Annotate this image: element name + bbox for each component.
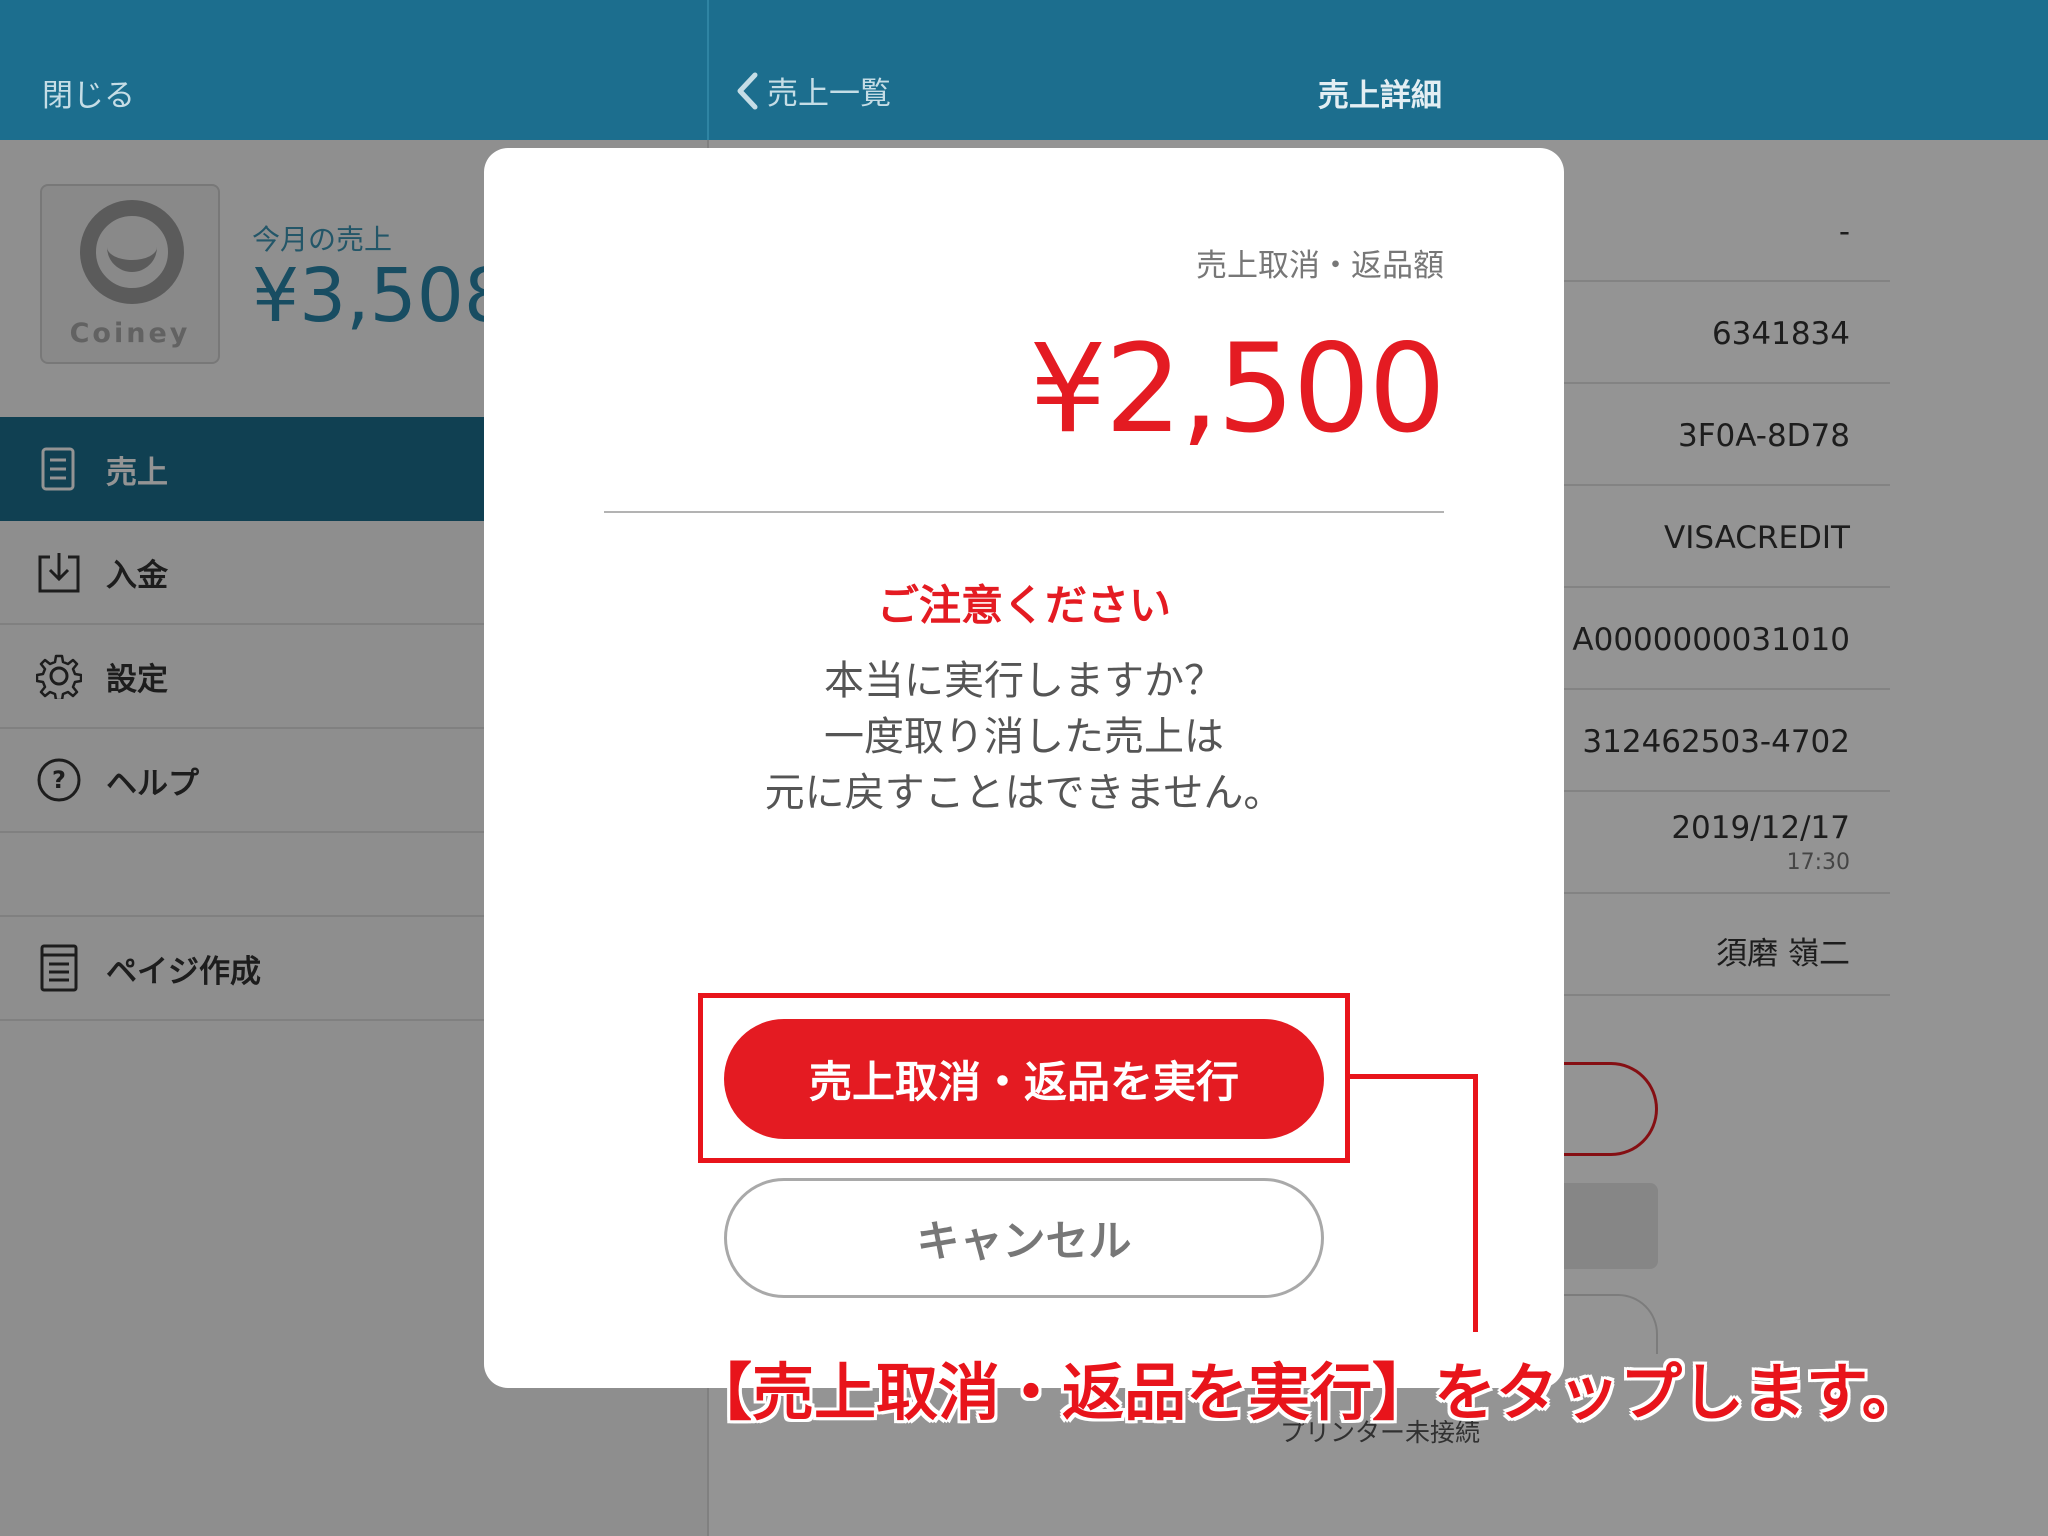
cancel-button[interactable]: キャンセル (724, 1178, 1324, 1298)
warning-line: 本当に実行しますか？ (824, 658, 1224, 704)
warning-title: ご注意ください (876, 581, 1171, 630)
callout-line (1473, 1074, 1478, 1332)
top-bar: 閉じる 売上一覧 売上詳細 (0, 0, 2048, 140)
back-button-label: 売上一覧 (767, 76, 891, 112)
warning-line: 元に戻すことはできません。 (764, 770, 1284, 816)
chevron-left-icon (737, 72, 758, 109)
refund-amount: ¥2,500 (1029, 318, 1446, 460)
highlight-box (698, 993, 1350, 1163)
warning-line: 一度取り消した売上は (824, 714, 1224, 760)
back-button[interactable]: 売上一覧 (733, 68, 891, 113)
page-title: 売上詳細 (1318, 78, 1442, 114)
callout-line (1350, 1074, 1478, 1079)
refund-confirm-dialog: 売上取消・返品額 ¥2,500 ご注意ください 本当に実行しますか？ 一度取り消… (484, 148, 1564, 1388)
topbar-divider (707, 0, 709, 140)
instruction-annotation: 【売上取消・返品を実行】をタップします。 (690, 1356, 1924, 1429)
divider (604, 511, 1444, 513)
refund-amount-label: 売上取消・返品額 (1196, 248, 1444, 284)
close-button[interactable]: 閉じる (42, 70, 135, 115)
